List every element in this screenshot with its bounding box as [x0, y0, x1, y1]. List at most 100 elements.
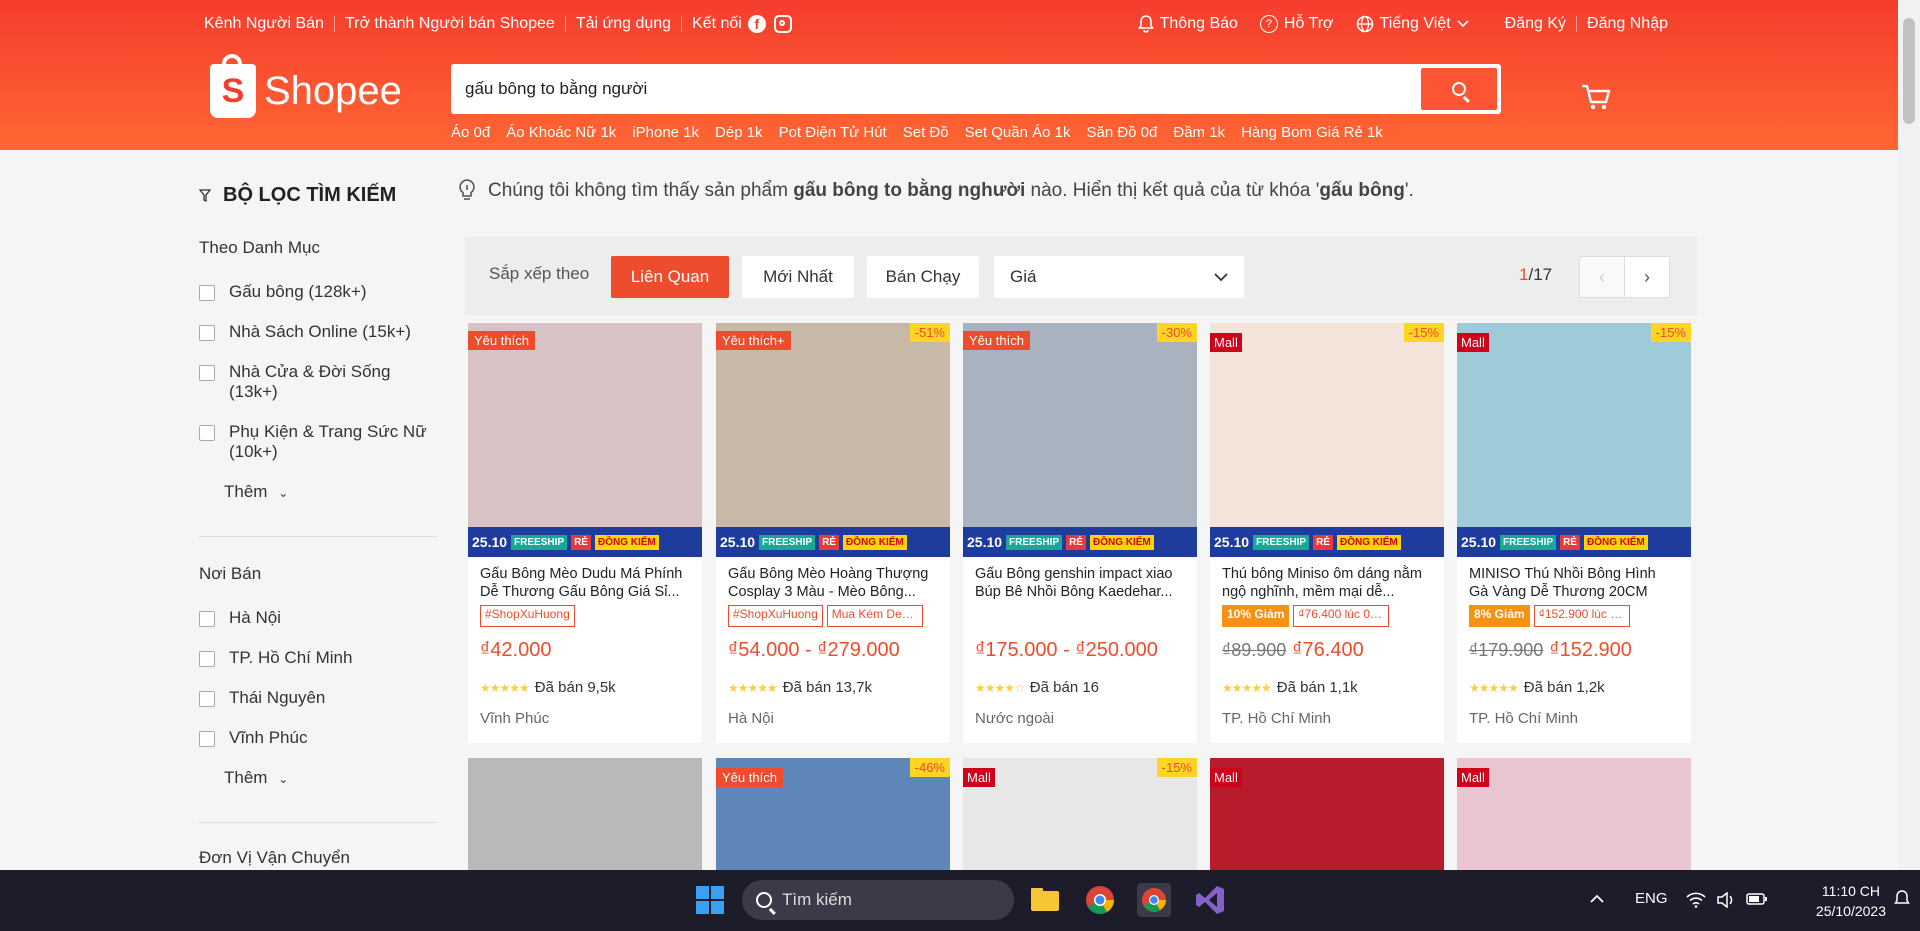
battery-icon[interactable]: [1746, 892, 1768, 906]
windows-start-icon[interactable]: [693, 883, 727, 917]
product-card[interactable]: Yêu thích -46%: [716, 758, 950, 878]
shipping-section-title: Đơn Vị Vận Chuyển: [199, 848, 351, 867]
category-checkbox[interactable]: Nhà Sách Online (15k+): [199, 322, 411, 342]
volume-icon[interactable]: [1716, 892, 1736, 908]
hotword-link[interactable]: iPhone 1k: [632, 124, 699, 141]
product-card[interactable]: Mall: [1457, 758, 1691, 878]
language-indicator[interactable]: ENG: [1635, 890, 1668, 907]
language-selector[interactable]: Tiếng Việt: [1356, 15, 1469, 33]
shopee-logo[interactable]: S Shopee: [210, 54, 402, 118]
file-explorer-icon[interactable]: [1028, 883, 1062, 917]
show-more-categories[interactable]: Thêm ⌄: [224, 482, 288, 502]
favorite-badge: Yêu thích: [468, 331, 535, 350]
category-checkbox[interactable]: Nhà Cửa & Đời Sống (13k+): [199, 362, 429, 402]
favorite-badge: Yêu thích: [963, 331, 1030, 350]
show-more-locations[interactable]: Thêm ⌄: [224, 768, 288, 788]
search-button[interactable]: [1421, 68, 1497, 110]
visual-studio-icon[interactable]: [1193, 883, 1227, 917]
checkbox[interactable]: [199, 365, 215, 381]
product-image[interactable]: Yêu thích -46%: [716, 758, 950, 878]
checkbox[interactable]: [199, 285, 215, 301]
checkbox[interactable]: [199, 691, 215, 707]
product-name[interactable]: Thú bông Miniso ôm dáng nằm ngộ nghĩnh, …: [1210, 557, 1444, 601]
chevron-right-icon: ›: [1644, 266, 1650, 287]
location-checkbox[interactable]: Hà Nội: [199, 608, 281, 628]
hotword-link[interactable]: Đầm 1k: [1173, 124, 1225, 141]
checkbox[interactable]: [199, 651, 215, 667]
product-name[interactable]: Gấu Bông Mèo Dudu Má Phính Dễ Thương Gấu…: [468, 557, 702, 601]
sort-price-dropdown[interactable]: Giá: [994, 256, 1244, 298]
checkbox[interactable]: [199, 325, 215, 341]
location-checkbox[interactable]: TP. Hồ Chí Minh: [199, 648, 352, 668]
original-price: ₫179.900: [1469, 640, 1544, 660]
taskbar-search[interactable]: Tìm kiếm: [742, 880, 1014, 920]
fallback-keyword: gấu bông: [1319, 180, 1405, 201]
product-rating: ★★★★★ Đã bán 1,1k: [1210, 665, 1444, 696]
chevron-up-icon[interactable]: [1590, 894, 1604, 904]
wifi-icon[interactable]: [1686, 892, 1706, 908]
category-checkbox[interactable]: Gấu bông (128k+): [199, 282, 367, 302]
hotword-link[interactable]: Áo 0đ: [451, 124, 490, 141]
seller-centre-link[interactable]: Kênh Người Bán: [204, 15, 324, 33]
support-link[interactable]: ? Hỗ Trợ: [1259, 15, 1334, 33]
download-app-link[interactable]: Tải ứng dụng: [576, 15, 671, 33]
product-name[interactable]: Gấu Bông Mèo Hoàng Thượng Cosplay 3 Màu …: [716, 557, 950, 601]
become-seller-link[interactable]: Trở thành Người bán Shopee: [345, 15, 555, 33]
product-card[interactable]: Mall -15% 25.10 FREESHIP RẺ ĐỒNG KIỂM Thú bông…: [1210, 323, 1444, 743]
location-checkbox[interactable]: Thái Nguyên: [199, 688, 325, 708]
category-checkbox[interactable]: Phụ Kiện & Trang Sức Nữ (10k+): [199, 422, 434, 462]
chrome-profile-icon[interactable]: [1137, 883, 1171, 917]
product-tag: 8% Giảm: [1469, 605, 1530, 627]
cart-icon[interactable]: [1580, 82, 1612, 112]
search-input[interactable]: [451, 64, 1411, 114]
checkbox[interactable]: [199, 731, 215, 747]
product-card[interactable]: [468, 758, 702, 878]
product-card[interactable]: Mall -15% 25.10 FREESHIP RẺ ĐỒNG KIỂM MINISO T…: [1457, 323, 1691, 743]
hotword-link[interactable]: Set Đồ: [903, 124, 949, 141]
chrome-icon[interactable]: [1083, 883, 1117, 917]
product-image[interactable]: Mall: [1457, 758, 1691, 878]
notifications-link[interactable]: Thông Báo: [1137, 15, 1238, 33]
product-image[interactable]: Mall: [1210, 758, 1444, 878]
next-page-button[interactable]: ›: [1624, 256, 1670, 298]
checkbox[interactable]: [199, 611, 215, 627]
sort-newest-button[interactable]: Mới Nhất: [742, 256, 854, 298]
sort-relevant-button[interactable]: Liên Quan: [611, 256, 729, 298]
hotword-link[interactable]: Săn Đồ 0đ: [1086, 124, 1157, 141]
facebook-icon[interactable]: f: [747, 15, 766, 33]
product-image[interactable]: Yêu thích -30% 25.10 FREESHIP RẺ ĐỒNG KIỂM: [963, 323, 1197, 557]
page-scrollbar[interactable]: [1898, 0, 1920, 870]
hotword-link[interactable]: Áo Khoác Nữ 1k: [506, 124, 616, 141]
register-link[interactable]: Đăng Ký: [1505, 15, 1566, 33]
scrollbar-thumb[interactable]: [1903, 18, 1915, 124]
product-name[interactable]: Gấu Bông genshin impact xiao Búp Bê Nhồi…: [963, 557, 1197, 601]
sold-count: Đã bán 1,2k: [1523, 679, 1605, 696]
sort-bestseller-button[interactable]: Bán Chạy: [867, 256, 979, 298]
search-bar: [451, 64, 1501, 114]
instagram-icon[interactable]: [773, 15, 792, 33]
product-image[interactable]: Mall -15% 25.10 FREESHIP RẺ ĐỒNG KIỂM: [1457, 323, 1691, 557]
location-checkbox[interactable]: Vĩnh Phúc: [199, 728, 307, 748]
hotword-link[interactable]: Pot Điện Tử Hút: [779, 124, 887, 141]
notification-bell-icon[interactable]: [1894, 890, 1910, 908]
product-card[interactable]: Yêu thích 25.10 FREESHIP RẺ ĐỒNG KIỂM Gấu Bôn…: [468, 323, 702, 743]
product-image[interactable]: [468, 758, 702, 878]
prev-page-button[interactable]: ‹: [1579, 256, 1625, 298]
product-image[interactable]: Mall -15%: [963, 758, 1197, 878]
checkbox[interactable]: [199, 425, 215, 441]
product-card[interactable]: Yêu thích+ -51% 25.10 FREESHIP RẺ ĐỒNG KIỂM Gấ…: [716, 323, 950, 743]
product-image[interactable]: Yêu thích 25.10 FREESHIP RẺ ĐỒNG KIỂM: [468, 323, 702, 557]
hotword-link[interactable]: Dép 1k: [715, 124, 763, 141]
product-card[interactable]: Mall: [1210, 758, 1444, 878]
help-icon: ?: [1259, 15, 1278, 33]
login-link[interactable]: Đăng Nhập: [1587, 15, 1668, 33]
hotword-link[interactable]: Set Quần Áo 1k: [965, 124, 1071, 141]
product-tags: [963, 601, 1197, 627]
product-name[interactable]: MINISO Thú Nhồi Bông Hình Gà Vàng Dễ Thư…: [1457, 557, 1691, 601]
product-card[interactable]: Yêu thích -30% 25.10 FREESHIP RẺ ĐỒNG KIỂM Gấu…: [963, 323, 1197, 743]
product-image[interactable]: Yêu thích+ -51% 25.10 FREESHIP RẺ ĐỒNG KIỂM: [716, 323, 950, 557]
hotword-link[interactable]: Hàng Bom Giá Rẻ 1k: [1241, 124, 1383, 141]
product-image[interactable]: Mall -15% 25.10 FREESHIP RẺ ĐỒNG KIỂM: [1210, 323, 1444, 557]
system-clock[interactable]: 11:10 CH 25/10/2023: [1816, 881, 1886, 921]
product-card[interactable]: Mall -15%: [963, 758, 1197, 878]
